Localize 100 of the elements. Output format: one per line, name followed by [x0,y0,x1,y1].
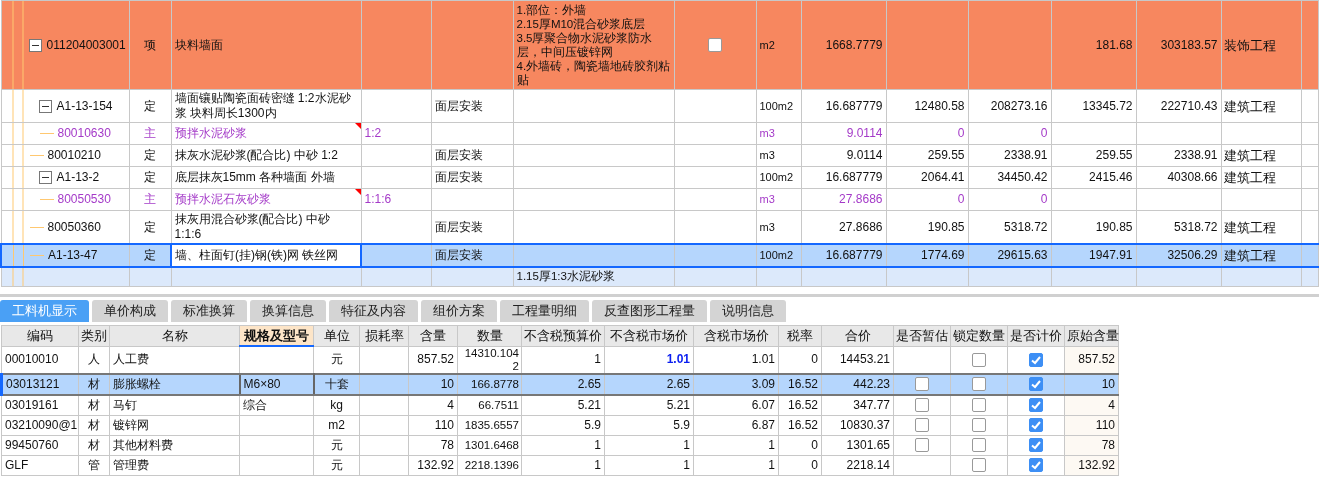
table-cell: 镀锌网 [109,415,240,435]
tab[interactable]: 特征及内容 [329,300,418,322]
table-cell: 管理费 [109,455,240,475]
budget-row[interactable]: A1-13-47 定 墙、柱面钉(挂)钢(铁)网 铁丝网 面层安装 100m2 16.687779 1774.69 29615.63 1947.91 32506.29 建筑工程 [1,244,1319,267]
table-cell: 27.8686 [801,188,886,211]
budget-row[interactable]: 80010210 定 抹灰水泥砂浆(配合比) 中砂 1:2 面层安装 m3 9.0114 259.55 2338.91 259.55 2338.91 建筑工程 [1,144,1319,167]
tab[interactable]: 组价方案 [421,300,497,322]
checkbox[interactable] [1029,438,1043,452]
checkbox[interactable] [972,352,986,367]
checkbox[interactable] [972,438,986,452]
budget-row[interactable]: A1-13-154 定 墙面镶贴陶瓷面砖密缝 1:2水泥砂浆 块料周长1300内 面层安装 100m2 16.687779 12480.58 208273.16 13345.72 222710.43 建筑工程 [1,89,1319,123]
column-header[interactable]: 合价 [821,325,894,346]
tab[interactable]: 标准换算 [171,300,247,322]
budget-row[interactable]: 80050360 定 抹灰用混合砂浆(配合比) 中砂 1:1:6 面层安装 m3 27.8686 190.85 5318.72 190.85 5318.72 建筑工程 [1,210,1319,244]
column-header[interactable]: 数量 [457,325,522,346]
table-cell: 03019161 [1,394,79,415]
column-header[interactable]: 原始含量 [1064,325,1119,346]
checkbox[interactable] [972,377,986,391]
table-cell: 10 [408,373,458,395]
column-header[interactable]: 类别 [78,325,110,346]
budget-row[interactable]: A1-13-2 定 底层抹灰15mm 各种墙面 外墙 面层安装 100m2 16.687779 2064.41 34450.42 2415.46 40308.66 建筑工程 [1,166,1319,189]
checkbox[interactable] [1029,377,1043,391]
tab[interactable]: 工程量明细 [500,300,589,322]
table-cell: 13345.72 [1051,89,1136,123]
table-cell: 1301.65 [821,435,894,455]
collapse-icon[interactable] [38,99,52,113]
table-cell: 材 [78,394,110,415]
checkbox[interactable] [915,377,929,391]
column-header[interactable]: 含税市场价 [693,325,779,346]
column-header[interactable]: 不含税预算价 [521,325,605,346]
table-cell: 抹灰水泥砂浆(配合比) 中砂 1:2 [171,144,361,167]
table-cell: 6.87 [693,415,779,435]
tab[interactable]: 说明信息 [710,300,786,322]
checkbox[interactable] [1029,398,1043,412]
column-header[interactable]: 单位 [313,325,360,346]
collapse-icon[interactable] [28,38,42,52]
table-cell: 建筑工程 [1221,89,1301,123]
table-cell: 10 [1064,373,1119,395]
code-text: A1-13-47 [48,248,98,263]
table-cell: 1 [693,435,779,455]
column-header[interactable]: 锁定数量 [950,325,1008,346]
checkbox[interactable] [915,398,929,412]
checkbox[interactable] [1029,352,1043,367]
resource-row[interactable]: 03210090@1 材 镀锌网 m2 110 1835.6557 5.9 5.9 6.87 16.52 10830.37 110 [1,415,1318,435]
table-cell: 定 [129,244,171,267]
collapse-icon[interactable] [38,171,52,184]
table-cell [359,394,409,415]
checkbox[interactable] [708,38,722,53]
column-header[interactable]: 是否计价 [1007,325,1065,346]
checkbox[interactable] [1029,418,1043,432]
table-cell: 5318.72 [1136,210,1221,244]
table-cell: 78 [408,435,458,455]
checkbox[interactable] [1029,458,1043,472]
resource-row[interactable]: GLF 管 管理费 元 132.92 2218.1396 1 1 1 0 2218.14 132.92 [1,455,1318,475]
column-header[interactable]: 是否暂估 [893,325,951,346]
table-cell: 181.68 [1051,0,1136,90]
tree-line [39,199,54,200]
table-cell: 1 [521,435,605,455]
table-cell: 16.687779 [801,244,886,267]
resource-row[interactable]: 99450760 材 其他材料费 元 78 1301.6468 1 1 1 0 1301.65 78 [1,435,1318,455]
checkbox[interactable] [915,418,929,432]
table-cell [361,89,431,123]
table-cell [361,210,431,244]
tab[interactable]: 换算信息 [250,300,326,322]
table-cell: 5.9 [521,415,605,435]
tab[interactable]: 单价构成 [92,300,168,322]
table-cell: 347.77 [821,394,894,415]
budget-row[interactable]: 011204003001 项 块料墙面 1.部位：外墙 2.15厚M10混合砂浆底层 3.5厚聚合物水泥砂浆防水层，中间压镀锌网 4.外墙砖，陶瓷墙地砖胶剂粘贴 m2 1668.7779 181.68 303183.57 装饰工程 [1,0,1319,90]
column-header[interactable]: 税率 [778,325,822,346]
resource-row[interactable]: 03019161 材 马钉 综合 kg 4 66.7511 5.21 5.21 6.07 16.52 347.77 4 [1,394,1318,415]
column-header[interactable]: 不含税市场价 [604,325,694,346]
checkbox[interactable] [972,418,986,432]
table-cell: 4 [408,394,458,415]
table-cell: 十套 [313,373,360,395]
table-cell: 综合 [239,394,314,415]
table-cell: 16.52 [778,415,822,435]
checkbox[interactable] [972,458,986,472]
budget-row[interactable]: 80050530 主 预拌水泥石灰砂浆 1:1:6 m3 27.8686 0 0 [1,188,1319,211]
table-cell: 1 [604,455,694,475]
column-header[interactable]: 规格及型号 [239,325,314,346]
column-header[interactable]: 编码 [1,325,79,346]
table-cell [361,244,431,267]
checkbox[interactable] [915,438,929,452]
tab[interactable]: 反查图形工程量 [592,300,707,322]
table-cell: m3 [756,210,801,244]
table-cell: 1835.6557 [457,415,522,435]
column-header[interactable]: 损耗率 [359,325,409,346]
table-cell: 190.85 [1051,210,1136,244]
column-header[interactable]: 含量 [408,325,458,346]
resource-row[interactable]: 03013121 材 膨胀螺栓 M6×80 十套 10 166.8778 2.65 2.65 3.09 16.52 442.23 10 [1,373,1318,395]
table-cell: 材 [78,415,110,435]
table-cell: 面层安装 [431,89,513,123]
table-cell: 110 [408,415,458,435]
budget-row[interactable]: 80010630 主 预拌水泥砂浆 1:2 m3 9.0114 0 0 [1,122,1319,145]
table-cell [359,435,409,455]
table-cell: 16.687779 [801,89,886,123]
table-cell: 面层安装 [431,244,513,267]
table-cell: 2218.1396 [457,455,522,475]
checkbox[interactable] [972,398,986,412]
column-header[interactable]: 名称 [109,325,240,346]
